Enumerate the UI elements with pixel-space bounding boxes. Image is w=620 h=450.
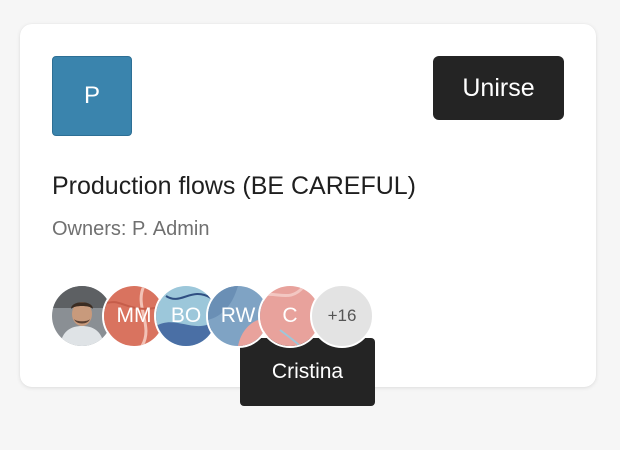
member-avatars: MM BO RW C +16	[50, 284, 390, 352]
group-title: Production flows (BE CAREFUL)	[52, 172, 417, 200]
tooltip-text: Cristina	[271, 360, 344, 383]
join-button[interactable]: Unirse	[433, 56, 564, 120]
group-logo: P	[52, 56, 132, 136]
member-avatar-initials: BO	[170, 304, 202, 327]
more-members-count: +16	[327, 306, 357, 325]
member-tooltip: Cristina	[240, 328, 375, 406]
member-avatar-initials: RW	[220, 304, 256, 327]
more-members-button[interactable]: +16	[310, 284, 374, 348]
group-owners: Owners: P. Admin	[52, 218, 210, 240]
group-card: P Unirse Production flows (BE CAREFUL) O…	[20, 24, 596, 387]
member-avatar-initials: MM	[116, 304, 152, 327]
group-logo-letter: P	[83, 82, 100, 109]
member-avatar-initials: C	[282, 304, 298, 327]
